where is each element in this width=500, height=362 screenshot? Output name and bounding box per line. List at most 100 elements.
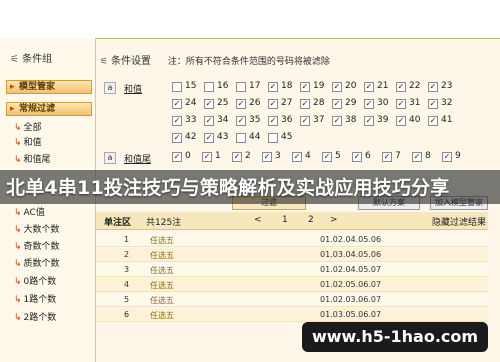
sum-checkbox[interactable]: ✓	[268, 82, 278, 92]
sum-checkbox[interactable]: ✓	[236, 99, 246, 109]
table-cell-idx: 5	[124, 295, 130, 304]
panel-note: 注：所有不符合条件范围的号码将被滤除	[167, 57, 330, 67]
watermark: www.h5-1hao.com	[302, 322, 488, 352]
sidebar-item-label: 大数个数	[23, 225, 60, 235]
table-row[interactable]: 6 任选五 01.03.05.06.07	[96, 308, 488, 322]
sum-checkbox[interactable]: ✓	[300, 82, 310, 92]
table-cell-idx: 4	[124, 280, 130, 289]
tail-checkbox[interactable]: ✓	[382, 152, 392, 162]
sum-checkbox[interactable]: ✓	[364, 82, 374, 92]
tail-checkbox[interactable]: ✓	[352, 152, 362, 162]
sum-checkbox[interactable]: ✓	[172, 116, 182, 126]
sidebar-item-road2[interactable]: 2路个数	[14, 312, 57, 324]
sidebar-item-sum-tail[interactable]: 和值尾	[14, 154, 51, 166]
sum-checkbox[interactable]: ✓	[396, 116, 406, 126]
hide-results-toggle[interactable]: 隐藏过滤结果	[432, 215, 486, 228]
sidebar-item-ac[interactable]: AC值	[14, 207, 45, 219]
sidebar-item-all[interactable]: 全部	[14, 122, 42, 134]
table-row[interactable]: 5 任选五 01.02.03.06.07	[96, 293, 488, 307]
sidebar-title: ⚟ 条件组	[0, 50, 96, 68]
tail-number-label: 0	[185, 151, 191, 161]
sum-checkbox[interactable]: ✓	[332, 116, 342, 126]
tail-checkbox[interactable]: ✓	[442, 152, 452, 162]
sum-number-label: 29	[345, 98, 357, 108]
sum-checkbox[interactable]: ✓	[236, 116, 246, 126]
table-cell-val: 01.02.04.05.06	[320, 235, 382, 244]
sidebar-item-prime[interactable]: 质数个数	[14, 258, 60, 270]
sum-checkbox[interactable]	[172, 82, 182, 92]
sum-checkbox[interactable]: ✓	[204, 116, 214, 126]
sum-checkbox[interactable]	[268, 133, 278, 143]
sum-checkbox[interactable]: ✓	[364, 116, 374, 126]
tail-checkbox[interactable]: ✓	[172, 152, 182, 162]
sum-number-label: 15	[185, 81, 197, 91]
sidebar-item-odd[interactable]: 奇数个数	[14, 241, 60, 253]
sum-toggle-button[interactable]: a	[104, 82, 116, 94]
sum-checkbox[interactable]: ✓	[396, 82, 406, 92]
sum-number-label: 41	[441, 115, 453, 125]
sidebar-item-road0[interactable]: 0路个数	[14, 276, 57, 288]
sum-checkbox[interactable]: ✓	[300, 99, 310, 109]
sidebar-item-label: 全部	[23, 123, 42, 133]
next-page-button[interactable]: >	[330, 215, 338, 225]
sum-checkbox[interactable]: ✓	[332, 82, 342, 92]
table-cell-val: 01.02.03.06.07	[320, 295, 382, 304]
tail-checkbox[interactable]: ✓	[292, 152, 302, 162]
sum-number-label: 21	[377, 81, 389, 91]
table-cell-name: 任选五	[150, 251, 174, 260]
tail-number-label: 4	[305, 151, 311, 161]
sum-checkbox[interactable]: ✓	[268, 99, 278, 109]
prev-page-button[interactable]: <	[254, 215, 262, 225]
tail-number-label: 1	[215, 151, 221, 161]
table-row[interactable]: 4 任选五 01.02.05.06.07	[96, 278, 488, 292]
sum-checkbox[interactable]: ✓	[332, 99, 342, 109]
tail-checkbox[interactable]: ✓	[262, 152, 272, 162]
sidebar-item-road1[interactable]: 1路个数	[14, 294, 57, 306]
sidebar-group-filter[interactable]: 常规过滤	[6, 102, 92, 116]
sum-number-label: 43	[217, 132, 229, 142]
sidebar-item-label: 和值尾	[23, 155, 51, 165]
sum-checkbox[interactable]: ✓	[204, 133, 214, 143]
banner-title: 北单4串11投注技巧与策略解析及实战应用技巧分享	[6, 177, 450, 199]
page-2-button[interactable]: 2	[308, 215, 314, 225]
tail-checkbox[interactable]: ✓	[412, 152, 422, 162]
sum-number-label: 31	[409, 98, 421, 108]
sum-checkbox[interactable]: ✓	[172, 133, 182, 143]
table-cell-val: 01.03.04.05.06	[320, 250, 382, 259]
tail-number-label: 2	[245, 151, 251, 161]
sum-number-label: 33	[185, 115, 197, 125]
table-row[interactable]: 3 任选五 01.02.04.05.07	[96, 263, 488, 277]
sum-number-label: 37	[313, 115, 325, 125]
tail-checkbox[interactable]: ✓	[232, 152, 242, 162]
sum-number-label: 20	[345, 81, 357, 91]
sum-checkbox[interactable]	[236, 82, 246, 92]
table-row[interactable]: 1 任选五 01.02.04.05.06	[96, 233, 488, 247]
sidebar-item-label: 1路个数	[23, 295, 57, 305]
sum-checkbox[interactable]: ✓	[172, 99, 182, 109]
sum-checkbox[interactable]	[236, 133, 246, 143]
sum-checkbox[interactable]: ✓	[428, 116, 438, 126]
sum-number-label: 44	[249, 132, 261, 142]
sum-number-label: 30	[377, 98, 389, 108]
sidebar-item-label: AC值	[23, 208, 45, 218]
tail-checkbox[interactable]: ✓	[322, 152, 332, 162]
sidebar-item-big[interactable]: 大数个数	[14, 224, 60, 236]
tail-checkbox[interactable]: ✓	[202, 152, 212, 162]
sum-checkbox[interactable]: ✓	[300, 116, 310, 126]
sum-checkbox[interactable]: ✓	[428, 99, 438, 109]
sidebar-group-model[interactable]: 模型管家	[6, 80, 92, 94]
sum-checkbox[interactable]: ✓	[204, 99, 214, 109]
sum-checkbox[interactable]: ✓	[364, 99, 374, 109]
sum-checkbox[interactable]: ✓	[396, 99, 406, 109]
sum-toggle-label: a	[107, 83, 113, 92]
sum-checkbox[interactable]	[204, 82, 214, 92]
results-count: 共125注	[146, 218, 182, 228]
table-row[interactable]: 2 任选五 01.03.04.05.06	[96, 248, 488, 262]
tail-number-label: 3	[275, 151, 281, 161]
tail-toggle-button[interactable]: a	[104, 152, 116, 164]
sum-number-label: 17	[249, 81, 261, 91]
sum-checkbox[interactable]: ✓	[428, 82, 438, 92]
sum-checkbox[interactable]: ✓	[268, 116, 278, 126]
page-1-button[interactable]: 1	[282, 215, 288, 225]
sidebar-item-sum[interactable]: 和值	[14, 137, 42, 149]
